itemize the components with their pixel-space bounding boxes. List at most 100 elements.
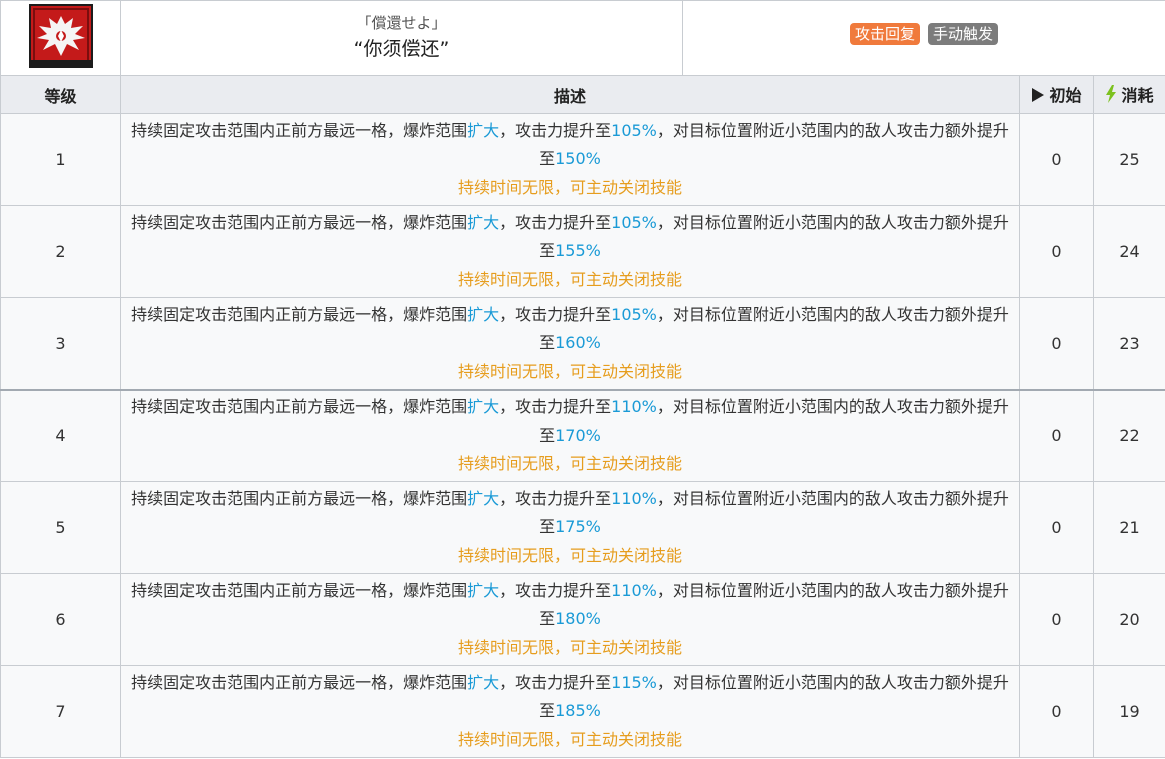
level-cell: 3 (0, 297, 121, 390)
cost-cell: 20 (1093, 573, 1165, 666)
desc-range: 扩大 (467, 397, 500, 416)
level-cell: 1 (0, 113, 121, 206)
level-value: 3 (55, 333, 66, 353)
skill-name-jp: 「償還せよ」 (356, 14, 447, 32)
description-cell: 持续固定攻击范围内正前方最远一格，爆炸范围扩大，攻击力提升至105%，对目标位置… (120, 113, 1020, 206)
initial-value: 0 (1051, 518, 1062, 537)
desc-part-2: ，攻击力提升至 (499, 488, 612, 508)
level-cell: 7 (0, 665, 121, 758)
description-text: 持续固定攻击范围内正前方最远一格，爆炸范围扩大，攻击力提升至115%，对目标位置… (131, 669, 1009, 726)
desc-range: 扩大 (467, 212, 500, 232)
cost-value: 20 (1119, 610, 1140, 629)
desc-part-2: ，攻击力提升至 (499, 672, 612, 692)
description-cell: 持续固定攻击范围内正前方最远一格，爆炸范围扩大，攻击力提升至110%，对目标位置… (120, 481, 1020, 574)
initial-cell: 0 (1019, 481, 1094, 574)
skill-name-cn: “你须偿还” (353, 38, 450, 60)
initial-cell: 0 (1019, 388, 1094, 482)
initial-value: 0 (1051, 242, 1062, 261)
desc-range: 扩大 (467, 580, 500, 600)
level-value: 1 (55, 150, 66, 169)
description-cell: 持续固定攻击范围内正前方最远一格，爆炸范围扩大，攻击力提升至105%，对目标位置… (120, 205, 1020, 298)
desc-atk-value: 105% (611, 212, 657, 232)
level-cell: 4 (0, 388, 121, 482)
cost-cell: 22 (1093, 388, 1165, 482)
desc-part-2: ，攻击力提升至 (499, 212, 612, 232)
description-text: 持续固定攻击范围内正前方最远一格，爆炸范围扩大，攻击力提升至105%，对目标位置… (131, 209, 1009, 266)
cost-cell: 23 (1093, 297, 1165, 390)
table-row: 7 持续固定攻击范围内正前方最远一格，爆炸范围扩大，攻击力提升至115%，对目标… (0, 665, 1165, 758)
desc-range: 扩大 (467, 120, 500, 140)
cost-value: 25 (1119, 150, 1140, 169)
desc-part-1: 持续固定攻击范围内正前方最远一格，爆炸范围 (131, 488, 468, 508)
level-value: 2 (55, 242, 66, 261)
desc-part-1: 持续固定攻击范围内正前方最远一格，爆炸范围 (131, 397, 468, 416)
desc-duration: 持续时间无限，可主动关闭技能 (457, 454, 682, 473)
desc-part-2: ，攻击力提升至 (499, 304, 612, 324)
winged-red-emblem-icon (28, 4, 93, 68)
table-row: 6 持续固定攻击范围内正前方最远一格，爆炸范围扩大，攻击力提升至110%，对目标… (0, 573, 1165, 666)
cost-cell: 21 (1093, 481, 1165, 574)
desc-part-2: ，攻击力提升至 (499, 580, 612, 600)
desc-atk-value: 110% (611, 488, 657, 508)
cost-value: 24 (1119, 242, 1140, 261)
description-text: 持续固定攻击范围内正前方最远一格，爆炸范围扩大，攻击力提升至110%，对目标位置… (131, 485, 1009, 542)
header-initial-label: 初始 (1049, 86, 1082, 105)
initial-cell: 0 (1019, 113, 1094, 206)
level-value: 5 (55, 518, 66, 537)
initial-cell: 0 (1019, 205, 1094, 298)
description-cell: 持续固定攻击范围内正前方最远一格，爆炸范围扩大，攻击力提升至110%，对目标位置… (120, 388, 1020, 482)
desc-bonus-value: 155% (555, 241, 601, 261)
desc-atk-value: 110% (611, 580, 657, 600)
skill-header-row: 「償還せよ」 “你须偿还” 攻击回复 手动触发 (0, 0, 1165, 76)
cost-cell: 19 (1093, 665, 1165, 758)
desc-atk-value: 105% (611, 304, 657, 324)
lightning-bolt-icon (1105, 85, 1117, 107)
tag-attack-recovery: 攻击回复 (849, 23, 920, 45)
table-row: 1 持续固定攻击范围内正前方最远一格，爆炸范围扩大，攻击力提升至105%，对目标… (0, 113, 1165, 206)
skill-table: 「償還せよ」 “你须偿还” 攻击回复 手动触发 等级 描述 初始 消耗 1 持续固… (0, 0, 1165, 758)
description-text: 持续固定攻击范围内正前方最远一格，爆炸范围扩大，攻击力提升至105%，对目标位置… (131, 301, 1009, 358)
cost-value: 21 (1119, 518, 1140, 537)
table-row: 4 持续固定攻击范围内正前方最远一格，爆炸范围扩大，攻击力提升至110%，对目标… (0, 388, 1165, 482)
skill-icon-cell (0, 0, 121, 76)
column-header-row: 等级 描述 初始 消耗 (0, 75, 1165, 114)
initial-value: 0 (1051, 333, 1062, 353)
initial-cell: 0 (1019, 297, 1094, 390)
desc-part-1: 持续固定攻击范围内正前方最远一格，爆炸范围 (131, 672, 468, 692)
level-cell: 2 (0, 205, 121, 298)
initial-value: 0 (1051, 150, 1062, 169)
header-description: 描述 (120, 75, 1020, 114)
desc-duration: 持续时间无限，可主动关闭技能 (457, 361, 682, 381)
desc-duration: 持续时间无限，可主动关闭技能 (457, 269, 682, 289)
play-triangle-icon (1031, 87, 1045, 107)
description-cell: 持续固定攻击范围内正前方最远一格，爆炸范围扩大，攻击力提升至105%，对目标位置… (120, 297, 1020, 390)
desc-bonus-value: 180% (555, 609, 601, 629)
desc-part-2: ，攻击力提升至 (499, 397, 612, 416)
desc-range: 扩大 (467, 672, 500, 692)
header-initial: 初始 (1019, 75, 1094, 114)
description-text: 持续固定攻击范围内正前方最远一格，爆炸范围扩大，攻击力提升至105%，对目标位置… (131, 117, 1009, 174)
initial-value: 0 (1051, 610, 1062, 629)
table-row: 3 持续固定攻击范围内正前方最远一格，爆炸范围扩大，攻击力提升至105%，对目标… (0, 297, 1165, 390)
desc-duration: 持续时间无限，可主动关闭技能 (457, 545, 682, 565)
desc-part-1: 持续固定攻击范围内正前方最远一格，爆炸范围 (131, 580, 468, 600)
desc-duration: 持续时间无限，可主动关闭技能 (457, 177, 682, 197)
level-rows: 1 持续固定攻击范围内正前方最远一格，爆炸范围扩大，攻击力提升至105%，对目标… (0, 113, 1165, 758)
desc-bonus-value: 150% (555, 149, 601, 169)
description-text: 持续固定攻击范围内正前方最远一格，爆炸范围扩大，攻击力提升至110%，对目标位置… (131, 393, 1009, 450)
desc-duration: 持续时间无限，可主动关闭技能 (457, 729, 682, 749)
cost-value: 19 (1119, 702, 1140, 721)
initial-value: 0 (1051, 702, 1062, 721)
desc-bonus-value: 175% (555, 517, 601, 537)
desc-part-1: 持续固定攻击范围内正前方最远一格，爆炸范围 (131, 120, 468, 140)
header-level: 等级 (0, 75, 121, 114)
table-row: 5 持续固定攻击范围内正前方最远一格，爆炸范围扩大，攻击力提升至110%，对目标… (0, 481, 1165, 574)
desc-bonus-value: 170% (555, 425, 601, 445)
skill-tags-cell: 攻击回复 手动触发 (682, 0, 1165, 76)
desc-bonus-value: 160% (555, 333, 601, 352)
cost-value: 22 (1119, 426, 1140, 446)
initial-cell: 0 (1019, 573, 1094, 666)
cost-value: 23 (1119, 333, 1140, 353)
description-cell: 持续固定攻击范围内正前方最远一格，爆炸范围扩大，攻击力提升至115%，对目标位置… (120, 665, 1020, 758)
level-value: 7 (55, 702, 66, 721)
